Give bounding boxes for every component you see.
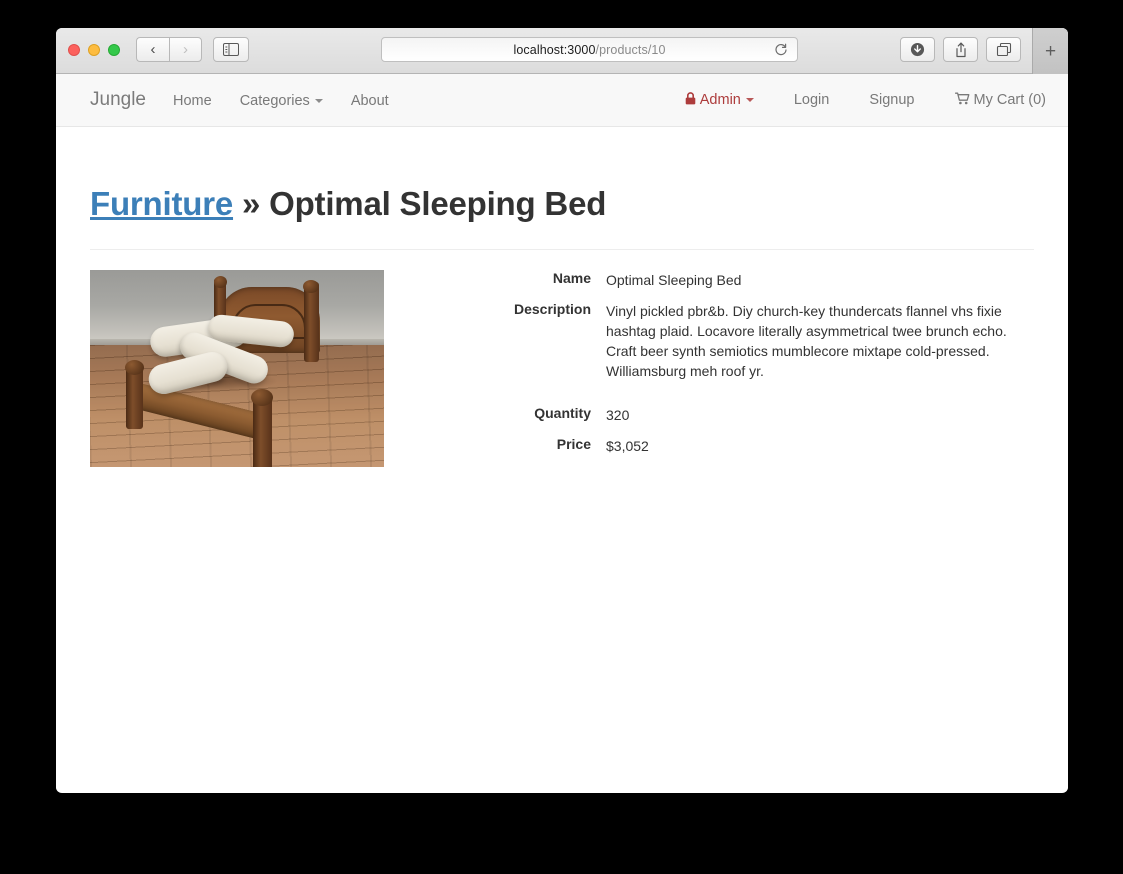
nav-item-about[interactable]: About (351, 93, 389, 109)
nav-item-my-cart-label: My Cart (0) (973, 92, 1047, 108)
nav-item-categories[interactable]: Categories (240, 93, 323, 109)
back-button[interactable]: ‹ (136, 37, 169, 62)
reload-icon[interactable] (773, 42, 789, 58)
detail-value-name: Optimal Sleeping Bed (606, 272, 742, 288)
page-title: Furniture » Optimal Sleeping Bed (90, 185, 1034, 223)
share-icon (955, 42, 966, 57)
detail-label-price: Price (556, 436, 591, 453)
sidebar-icon (223, 43, 239, 56)
close-window-button[interactable] (68, 44, 80, 56)
nav-item-categories-label: Categories (239, 93, 310, 109)
nav-item-login-label: Login (793, 92, 830, 108)
browser-window: ‹ › localhost:3000/products/10 + Jungle … (56, 28, 1068, 793)
photo-finial-1 (214, 276, 227, 288)
detail-label-description: Description (513, 300, 591, 317)
brand-logo[interactable]: Jungle (90, 89, 146, 111)
detail-value-description: Vinyl pickled pbr&b. Diy church-key thun… (606, 302, 1007, 379)
navbar-right: Admin Login Signup My Cart (0) (685, 92, 1046, 108)
forward-arrow-icon: › (183, 41, 188, 58)
downloads-button[interactable] (900, 37, 935, 62)
plus-icon: + (1044, 40, 1057, 62)
nav-item-admin-label: Admin (699, 92, 741, 108)
nav-item-signup[interactable]: Signup (869, 92, 914, 108)
address-bar[interactable]: localhost:3000/products/10 (381, 37, 798, 62)
breadcrumb-category-link[interactable]: Furniture (90, 185, 233, 222)
table-row: Description Vinyl pickled pbr&b. Diy chu… (487, 301, 1009, 406)
breadcrumb-separator: » (242, 185, 261, 222)
sidebar-toggle-button[interactable] (213, 37, 249, 62)
chevron-down-icon (314, 99, 323, 104)
title-divider (90, 249, 1034, 250)
table-row: Name Optimal Sleeping Bed (487, 270, 1009, 301)
minimize-window-button[interactable] (88, 44, 100, 56)
forward-button[interactable]: › (169, 37, 202, 62)
url-path: /products/10 (595, 42, 666, 57)
nav-item-signup-label: Signup (869, 92, 915, 108)
shopping-cart-icon (954, 92, 969, 105)
tab-overview-button[interactable] (986, 37, 1021, 62)
chevron-down-icon-admin (745, 98, 754, 103)
detail-label-quantity: Quantity (534, 405, 591, 422)
nav-item-about-label: About (350, 93, 389, 109)
page-content: Furniture » Optimal Sleeping Bed Name Op… (56, 185, 1068, 467)
maximize-window-button[interactable] (108, 44, 120, 56)
page-viewport: Jungle Home Categories About Admin Login… (56, 74, 1068, 792)
tab-overview-icon (996, 42, 1011, 57)
url-text: localhost:3000/products/10 (513, 43, 665, 57)
detail-value-price: $3,052 (606, 438, 649, 455)
photo-bedpost-head-right (304, 282, 319, 362)
traffic-lights (68, 44, 120, 56)
browser-toolbar: ‹ › localhost:3000/products/10 + (56, 28, 1068, 74)
nav-item-login[interactable]: Login (794, 92, 829, 108)
photo-finial-3 (125, 360, 144, 375)
detail-value-quantity: 320 (606, 407, 630, 424)
product-image[interactable] (90, 270, 384, 467)
lock-icon (685, 92, 696, 105)
nav-item-admin[interactable]: Admin (685, 92, 754, 108)
download-icon (910, 42, 925, 57)
nav-item-my-cart[interactable]: My Cart (0) (954, 92, 1047, 108)
navbar-left: Jungle Home Categories About (90, 89, 417, 111)
toolbar-right-buttons (900, 37, 1021, 62)
table-row: Quantity 320 (487, 405, 1009, 436)
product-details-table: Name Optimal Sleeping Bed Description Vi… (487, 270, 1009, 467)
detail-label-name: Name (552, 270, 591, 286)
product-row: Name Optimal Sleeping Bed Description Vi… (90, 270, 1034, 467)
share-button[interactable] (943, 37, 978, 62)
new-tab-button[interactable]: + (1032, 28, 1068, 74)
product-name-heading: Optimal Sleeping Bed (269, 185, 607, 222)
photo-finial-4 (251, 389, 273, 406)
url-host: localhost:3000 (513, 42, 596, 57)
nav-item-home[interactable]: Home (173, 93, 212, 109)
photo-finial-2 (303, 280, 319, 293)
table-row: Price $3,052 (487, 436, 1009, 467)
site-navbar: Jungle Home Categories About Admin Login… (56, 74, 1068, 127)
nav-item-home-label: Home (173, 93, 212, 109)
back-arrow-icon: ‹ (150, 41, 156, 58)
